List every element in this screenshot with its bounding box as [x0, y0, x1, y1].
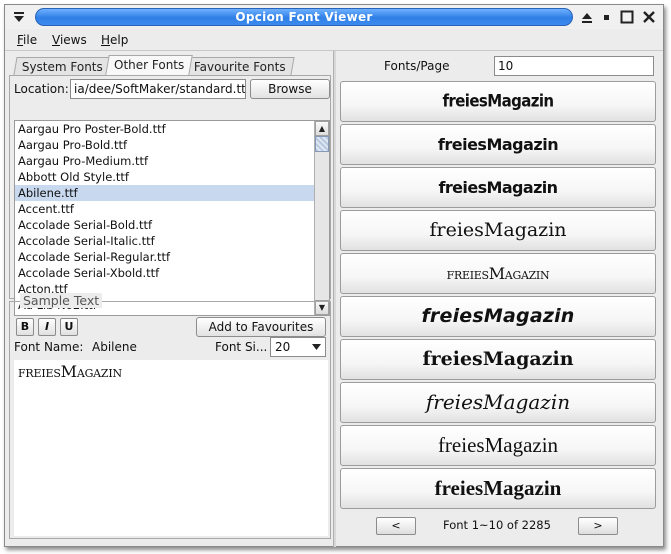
location-label: Location: [14, 82, 69, 96]
list-item[interactable]: Aargau Pro-Medium.ttf [15, 153, 329, 169]
list-item[interactable]: Accolade Serial-Italic.ttf [15, 233, 329, 249]
font-preview-3[interactable]: freiesMagazin [340, 167, 656, 208]
font-preview-7[interactable]: freiesMagazin [340, 339, 656, 380]
sample-text-group: Sample Text B I U Add to Favourites Font… [9, 293, 331, 539]
right-panel: Fonts/Page 10 freiesMagazin freiesMagazi… [336, 51, 663, 547]
tab-other-fonts[interactable]: Other Fonts [105, 55, 194, 75]
minimize-icon[interactable] [599, 9, 615, 25]
font-list-scrollbar[interactable]: ▲ ▼ [314, 121, 329, 315]
font-name-label: Font Name: [14, 340, 84, 354]
list-item[interactable]: Accolade Serial-Xbold.ttf [15, 265, 329, 281]
add-to-favourites-button[interactable]: Add to Favourites [196, 317, 326, 337]
list-item-selected[interactable]: Abilene.ttf [15, 185, 329, 201]
maximize-icon[interactable] [619, 9, 635, 25]
scroll-up-icon[interactable]: ▲ [315, 121, 329, 136]
previous-page-button[interactable]: < [376, 517, 416, 535]
font-preview-4[interactable]: freiesMagazin [340, 210, 656, 251]
underline-button[interactable]: U [60, 318, 78, 336]
chevron-down-icon [312, 344, 321, 350]
sample-text-legend: Sample Text [20, 293, 103, 308]
window-title: Opcion Font Viewer [35, 8, 573, 26]
browse-button[interactable]: Browse [250, 79, 330, 99]
preview-text: freiesMagazin [437, 135, 559, 154]
sample-text: freiesMagazin [18, 362, 122, 381]
font-preview-5[interactable]: freiesMagazin [340, 253, 656, 294]
next-page-button[interactable]: > [578, 517, 618, 535]
preview-text: freiesMagazin [434, 476, 562, 500]
sample-text-area[interactable]: freiesMagazin [14, 360, 328, 536]
font-preview-1[interactable]: freiesMagazin [340, 81, 656, 122]
list-item[interactable]: Aargau Pro Poster-Bold.ttf [15, 121, 329, 137]
fonts-per-page-label: Fonts/Page [384, 59, 450, 73]
italic-button[interactable]: I [38, 318, 56, 336]
menu-bar: File Views Help [5, 29, 663, 51]
font-preview-8[interactable]: freiesMagazin [340, 382, 656, 423]
bold-button[interactable]: B [16, 318, 34, 336]
page-status: Font 1~10 of 2285 [443, 518, 551, 532]
other-fonts-panel: Location: ia/dee/SoftMaker/standard.ttf … [9, 75, 331, 316]
list-item[interactable]: Accolade Serial-Bold.ttf [15, 217, 329, 233]
list-item[interactable]: Accent.ttf [15, 201, 329, 217]
menu-file[interactable]: File [17, 33, 37, 47]
list-item[interactable]: Accolade Serial-Regular.ttf [15, 249, 329, 265]
preview-text: freiesMagazin [421, 305, 575, 327]
preview-text: freiesMagazin [442, 90, 555, 112]
font-preview-10[interactable]: freiesMagazin [340, 468, 656, 509]
list-item[interactable]: Aargau Pro-Bold.ttf [15, 137, 329, 153]
font-list-items: Aargau Pro Poster-Bold.ttf Aargau Pro-Bo… [15, 121, 329, 313]
tab-system-fonts[interactable]: System Fonts [13, 57, 112, 75]
font-size-label: Font Si... [215, 340, 268, 354]
preview-text: freiesMagazin [425, 390, 571, 414]
font-size-select[interactable]: 20 [270, 337, 326, 357]
window-menu-icon[interactable] [11, 9, 27, 25]
font-name-value: Abilene [92, 340, 137, 354]
font-size-value: 20 [275, 340, 291, 354]
menu-views[interactable]: Views [52, 33, 87, 47]
app-window: Opcion Font Viewer File Views Help Syste… [4, 4, 664, 547]
font-preview-2[interactable]: freiesMagazin [340, 124, 656, 165]
left-panel: System Fonts Other Fonts Favourite Fonts… [5, 51, 333, 547]
font-list[interactable]: Aargau Pro Poster-Bold.ttf Aargau Pro-Bo… [14, 120, 330, 316]
shade-icon[interactable] [579, 9, 595, 25]
close-icon[interactable] [641, 9, 657, 25]
tab-favourite-fonts[interactable]: Favourite Fonts [185, 57, 295, 75]
title-bar[interactable]: Opcion Font Viewer [5, 5, 663, 29]
list-item[interactable]: Abbott Old Style.ttf [15, 169, 329, 185]
menu-help[interactable]: Help [101, 33, 128, 47]
scroll-thumb[interactable] [315, 136, 329, 152]
font-preview-6[interactable]: freiesMagazin [340, 296, 656, 337]
preview-text: freiesMagazin [422, 348, 574, 370]
font-preview-9[interactable]: freiesMagazin [340, 425, 656, 466]
preview-text: freiesMagazin [437, 433, 559, 457]
location-field[interactable]: ia/dee/SoftMaker/standard.ttf [70, 79, 246, 99]
preview-text: freiesMagazin [446, 264, 550, 283]
fonts-per-page-field[interactable]: 10 [494, 56, 654, 76]
preview-text: freiesMagazin [429, 219, 567, 241]
preview-text: freiesMagazin [438, 178, 559, 197]
